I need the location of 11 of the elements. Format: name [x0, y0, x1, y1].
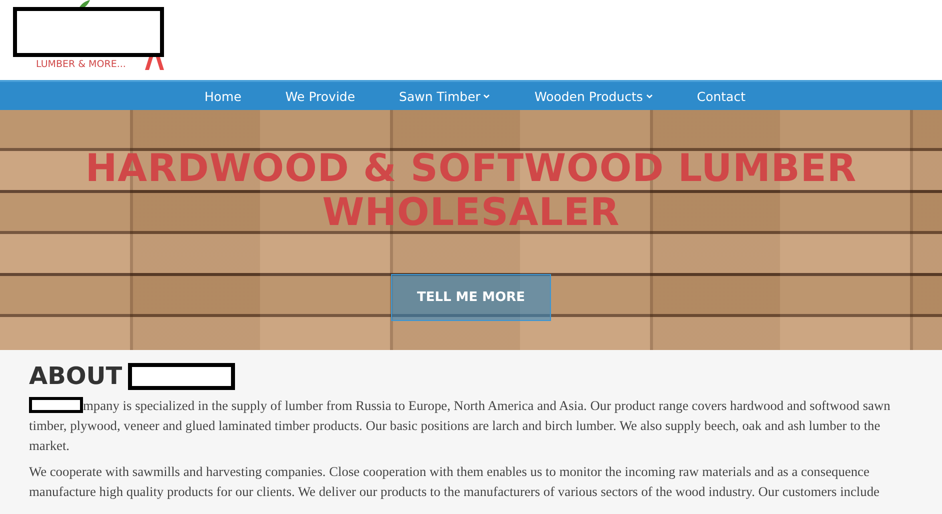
nav-link[interactable]: We Provide	[285, 88, 356, 104]
about-paragraph: We cooperate with sawmills and harvesting companies. Close cooperation with them enables us to monitor the incoming raw materials and as a consequence manufacture high quality products for our clients. We deliver our products to the manufacturers of various sectors of the wood industry. Our customers include	[29, 463, 880, 501]
about-paragraph: mpany is specialized in the supply of lumber from Russia to Europe, North America and Asia. Our product range covers hardwood and softwood sawn timber, plywood, veneer and glued laminated timber products. Our basic positions are larch and birch lumber. We also supply beech, oak and ash lumber to the market.	[29, 396, 892, 455]
nav-link[interactable]: Contact	[696, 88, 746, 104]
tell-me-more-button[interactable]: TELL ME MORE	[391, 274, 551, 321]
about-heading: ABOUT	[29, 362, 122, 390]
nav-link[interactable]: Home	[204, 88, 242, 104]
nav-link[interactable]: Wooden Products	[534, 88, 653, 104]
hero-title: HARDWOOD & SOFTWOOD LUMBER WHOLESALER	[84, 146, 858, 234]
logo-tagline: LUMBER & MORE...	[36, 59, 126, 70]
nav-link[interactable]: Sawn Timber	[399, 88, 490, 104]
